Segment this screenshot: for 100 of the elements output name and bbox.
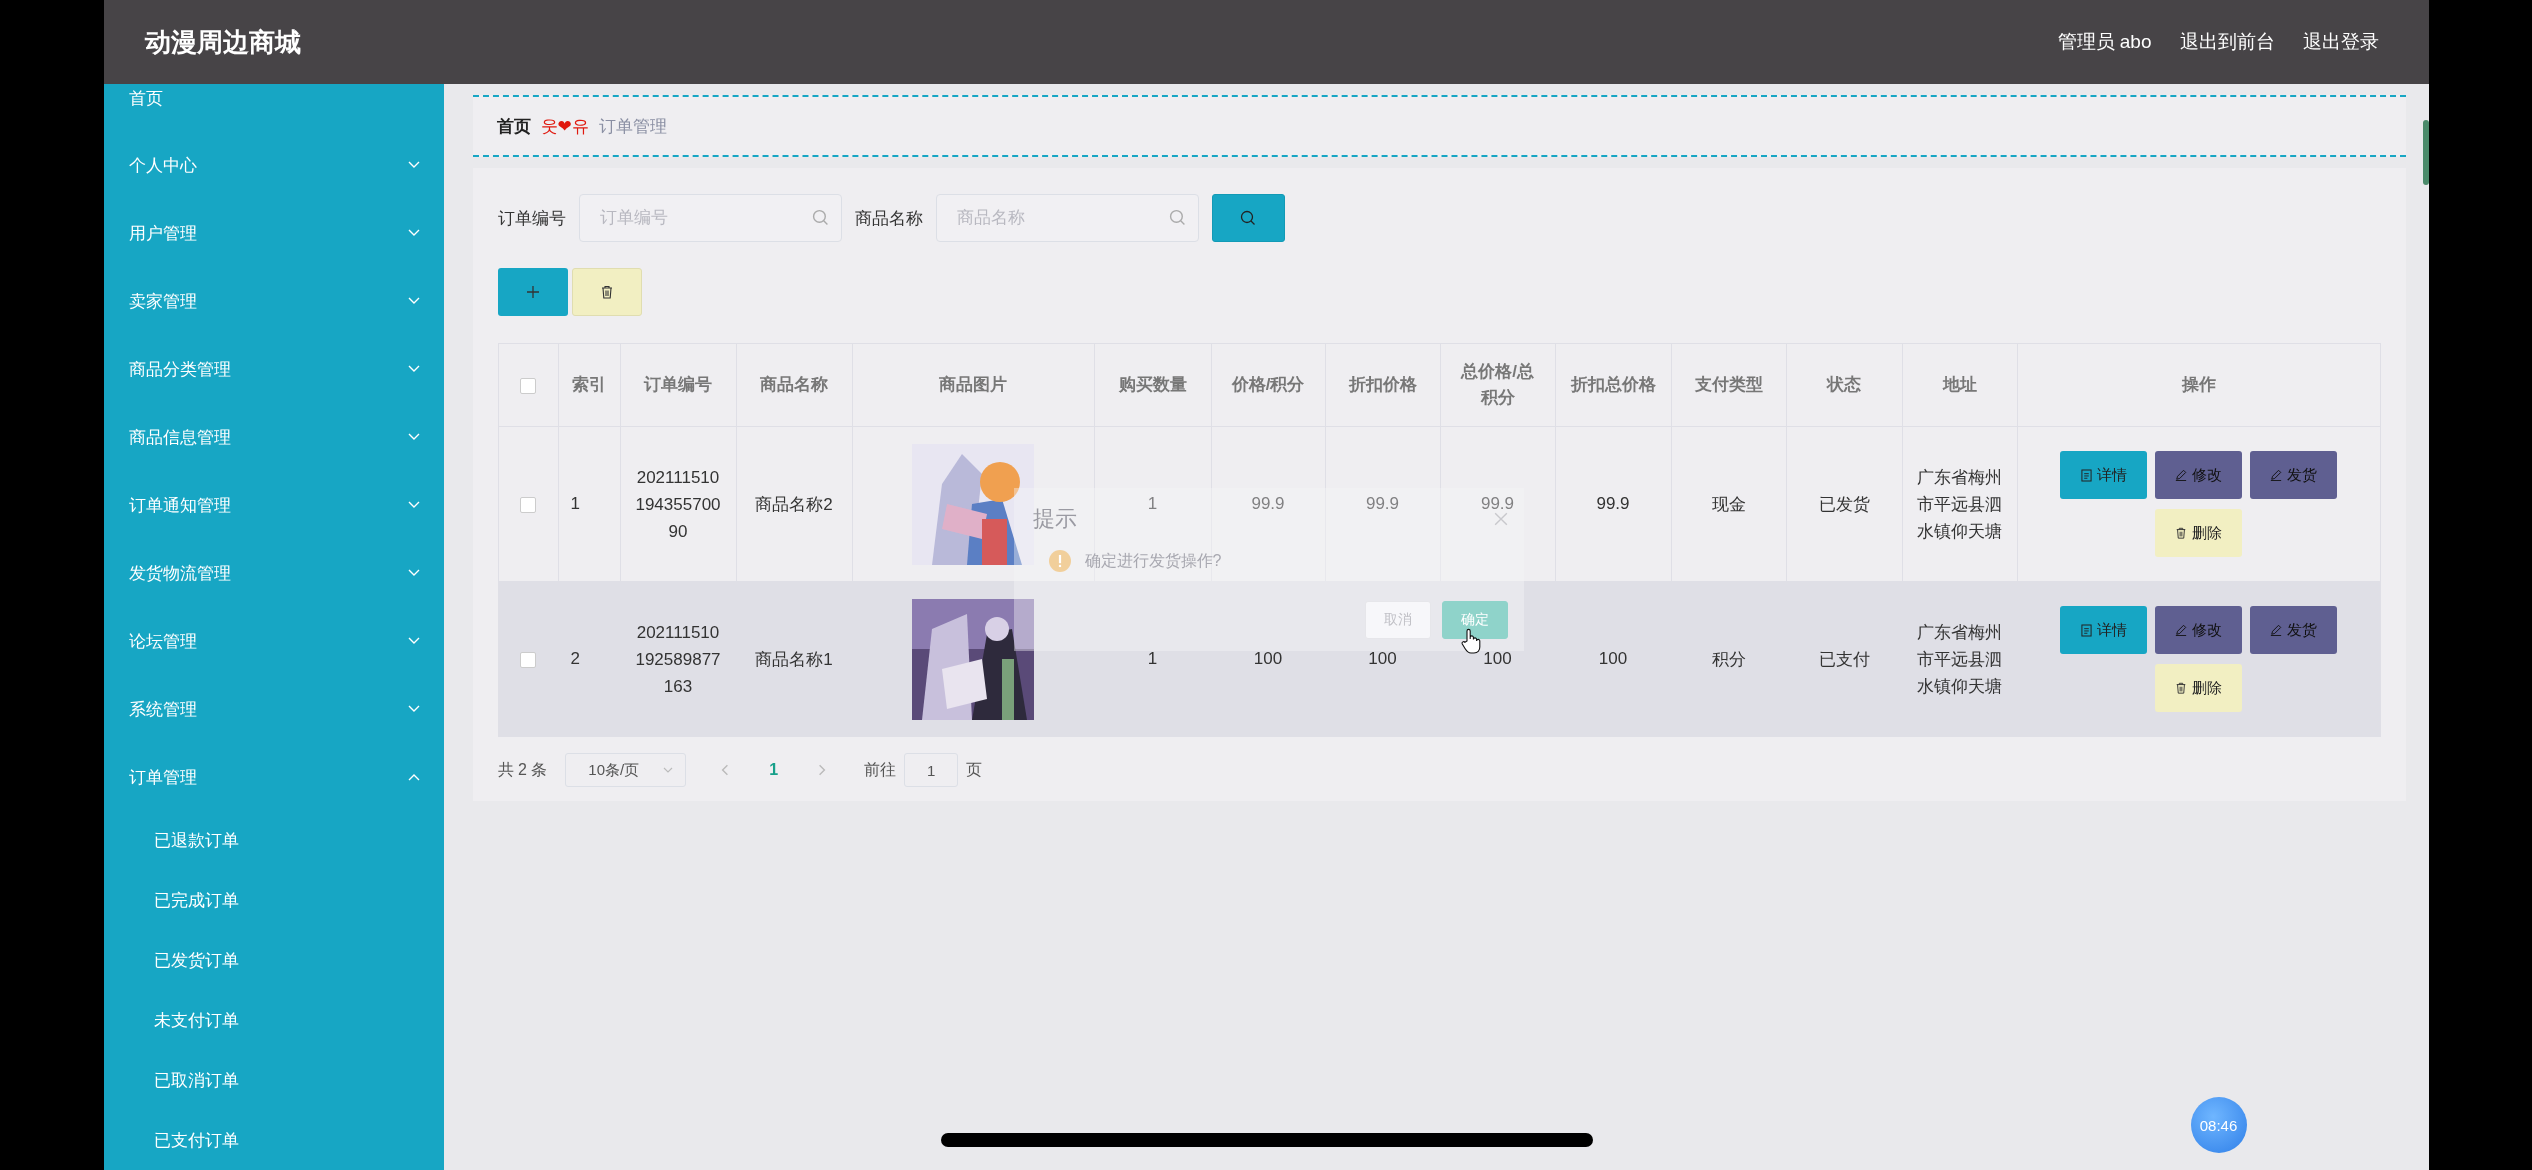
edit-button[interactable]: 修改: [2155, 606, 2242, 654]
page-number[interactable]: 1: [769, 761, 779, 779]
table-cell: 积分: [1671, 581, 1786, 737]
pencil-icon: [2270, 469, 2282, 481]
table-cell: 1: [1094, 581, 1211, 737]
table-cell: 100: [1211, 581, 1325, 737]
chevron-icon[interactable]: [407, 161, 420, 169]
delete-button[interactable]: 删除: [2155, 664, 2242, 712]
table-cell: 2: [558, 581, 620, 737]
checkbox[interactable]: [520, 651, 536, 668]
checkbox[interactable]: [520, 496, 536, 513]
breadcrumb-separator: 웃❤유: [540, 115, 589, 138]
trash-icon: [2175, 682, 2187, 694]
page-suffix: 页: [966, 759, 983, 780]
sidebar-item[interactable]: 订单通知管理: [128, 493, 231, 517]
table-cell: 已支付: [1786, 581, 1902, 737]
ship-button[interactable]: 发货: [2250, 451, 2337, 499]
trash-icon: [599, 285, 614, 299]
sidebar-item[interactable]: 卖家管理: [128, 289, 197, 313]
submenu-item[interactable]: 未支付订单: [103, 991, 444, 1051]
table-cell: 商品名称2: [736, 426, 852, 582]
ship-button[interactable]: 发货: [2250, 606, 2337, 654]
submenu-item[interactable]: 已发货订单: [103, 931, 444, 991]
clock-bubble[interactable]: 08:46: [2190, 1097, 2247, 1153]
sidebar-item[interactable]: 商品分类管理: [128, 357, 231, 381]
search-icon: [1240, 210, 1256, 226]
chevron-icon[interactable]: [407, 569, 420, 577]
column-header: 折扣总价格: [1555, 343, 1671, 427]
table-cell: 广东省梅州市平远县泗水镇仰天塘: [1902, 426, 2017, 582]
column-header: 购买数量: [1094, 343, 1211, 427]
document-icon: [2080, 468, 2092, 482]
checkbox[interactable]: [520, 377, 536, 394]
sidebar-item[interactable]: 发货物流管理: [128, 561, 231, 585]
confirm-button[interactable]: 确定: [1441, 601, 1508, 639]
goto-label: 前往: [864, 759, 897, 780]
sidebar-item[interactable]: 个人中心: [128, 153, 197, 177]
delete-button[interactable]: 删除: [2155, 509, 2242, 557]
pencil-icon: [2175, 469, 2187, 481]
submenu-item[interactable]: 已支付订单: [103, 1111, 444, 1170]
submenu-item[interactable]: 已取消订单: [103, 1051, 444, 1111]
detail-button[interactable]: 详情: [2060, 606, 2147, 654]
search-icon: [811, 209, 829, 226]
column-header: 商品名称: [736, 343, 852, 427]
breadcrumb-current: 订单管理: [598, 115, 667, 138]
total-count: 共 2 条: [497, 759, 548, 780]
dialog-title: 提示: [1032, 505, 1077, 533]
detail-button[interactable]: 详情: [2060, 451, 2147, 499]
user-label: 管理员 abo: [2057, 30, 2152, 54]
next-page-icon[interactable]: [818, 764, 827, 776]
submenu-item[interactable]: 已完成订单: [103, 871, 444, 931]
sidebar-item[interactable]: 论坛管理: [128, 629, 197, 653]
sidebar-item[interactable]: 首页: [103, 84, 444, 131]
dialog-message: 确定进行发货操作?: [1084, 550, 1222, 571]
sidebar-item[interactable]: 商品信息管理: [128, 425, 231, 449]
search-icon: [1168, 209, 1186, 226]
column-header: 地址: [1902, 343, 2017, 427]
breadcrumb-link[interactable]: 首页: [496, 114, 531, 138]
column-header: 索引: [558, 343, 620, 427]
page-size-select[interactable]: 10条/页: [565, 753, 687, 787]
chevron-icon[interactable]: [407, 365, 420, 373]
chevron-icon[interactable]: [407, 297, 420, 305]
table-cell: 1: [558, 426, 620, 582]
delete-button[interactable]: [571, 268, 642, 316]
document-icon: [2080, 623, 2092, 637]
sidebar-item[interactable]: 系统管理: [128, 697, 197, 721]
table-cell: 已发货: [1786, 426, 1902, 582]
scrollbar-thumb[interactable]: [2422, 120, 2429, 185]
column-header: 总价格/总积分: [1440, 343, 1555, 427]
chevron-icon[interactable]: [407, 637, 420, 645]
chevron-icon[interactable]: [407, 705, 420, 713]
pencil-icon: [2175, 624, 2187, 636]
chevron-icon[interactable]: [407, 501, 420, 509]
previous-page-icon[interactable]: [721, 764, 730, 776]
header-link[interactable]: 退出到前台: [2179, 29, 2275, 55]
table-cell: 现金: [1671, 426, 1786, 582]
column-header: 支付类型: [1671, 343, 1786, 427]
sidebar-item[interactable]: 订单管理: [128, 765, 197, 789]
chevron-icon[interactable]: [407, 229, 420, 237]
field-label: 订单编号: [497, 207, 566, 230]
column-header: 状态: [1786, 343, 1902, 427]
column-header: 折扣价格: [1325, 343, 1440, 427]
sidebar-item[interactable]: 用户管理: [128, 221, 197, 245]
chevron-icon[interactable]: [407, 433, 420, 441]
table-cell: 99.9: [1325, 426, 1440, 582]
search-field[interactable]: 订单编号: [578, 194, 842, 242]
close-icon[interactable]: [1493, 512, 1508, 526]
submenu-item[interactable]: 已退款订单: [103, 811, 444, 871]
column-header: 价格/积分: [1211, 343, 1325, 427]
chevron-icon[interactable]: [407, 773, 420, 781]
search-field[interactable]: 商品名称: [935, 194, 1199, 242]
header-link[interactable]: 退出登录: [2302, 29, 2379, 55]
pencil-icon: [2270, 624, 2282, 636]
hand-cursor-icon: [1460, 628, 1481, 654]
table-cell: 99.9: [1555, 426, 1671, 582]
column-header: 订单编号: [620, 343, 736, 427]
edit-button[interactable]: 修改: [2155, 451, 2242, 499]
page-input[interactable]: 1: [904, 753, 959, 787]
caret-icon: [663, 767, 674, 773]
table-cell: 202111510192589877163: [620, 581, 736, 737]
table-cell: 广东省梅州市平远县泗水镇仰天塘: [1902, 581, 2017, 737]
